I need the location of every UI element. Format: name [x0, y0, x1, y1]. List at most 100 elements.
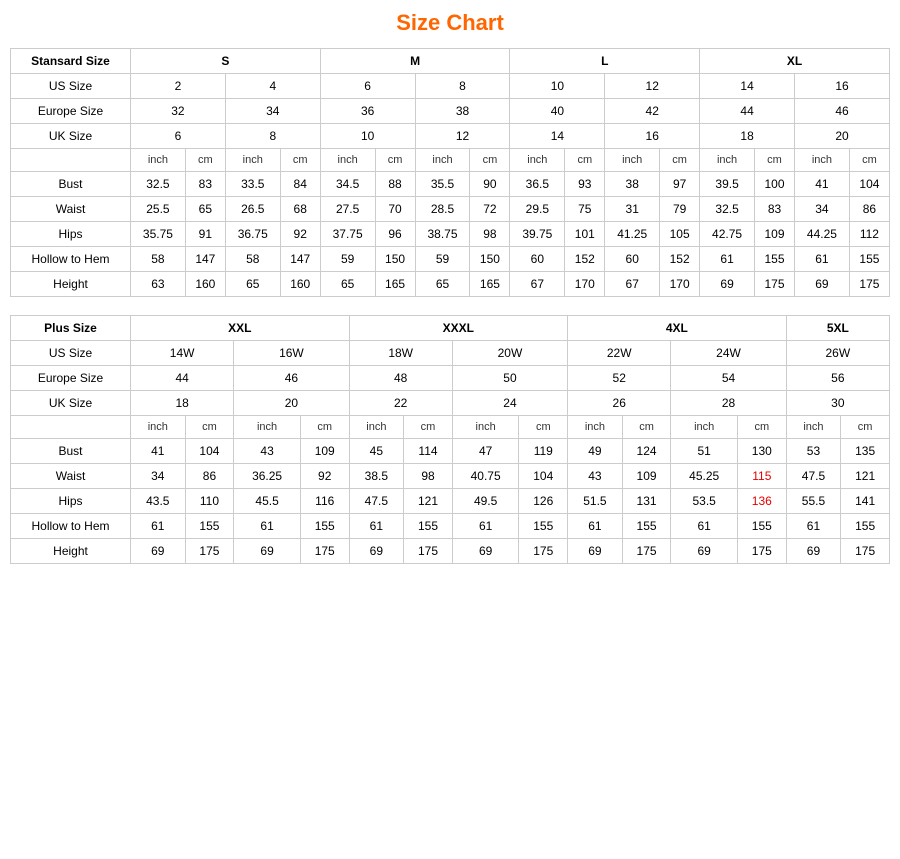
plus-uk-2: 20: [234, 391, 349, 416]
std-bust-4: 84: [280, 172, 320, 197]
plus-bust-11: 51: [671, 439, 738, 464]
plus-unit-inch-3: inch: [349, 416, 404, 439]
plus-hips-6: 121: [404, 489, 453, 514]
plus-height-13: 69: [786, 539, 841, 564]
plus-bust-10: 124: [622, 439, 671, 464]
plus-bust-3: 43: [234, 439, 301, 464]
plus-hollow-6: 155: [404, 514, 453, 539]
std-unit-cm-4: cm: [470, 149, 510, 172]
plus-hips-2: 110: [185, 489, 234, 514]
plus-us-2: 16W: [234, 341, 349, 366]
std-hollow-4: 147: [280, 247, 320, 272]
std-hollow-12: 152: [660, 247, 700, 272]
plus-hollow-8: 155: [519, 514, 568, 539]
uk-l1: 14: [510, 124, 605, 149]
std-waist-8: 72: [470, 197, 510, 222]
std-waist-5: 27.5: [320, 197, 375, 222]
us-s1: 2: [131, 74, 226, 99]
plus-hollow-13: 61: [786, 514, 841, 539]
plus-eu-6: 54: [671, 366, 786, 391]
plus-eu-2: 46: [234, 366, 349, 391]
std-hollow-14: 155: [754, 247, 794, 272]
std-hollow-11: 60: [605, 247, 660, 272]
us-xl1: 14: [700, 74, 795, 99]
plus-waist-13: 47.5: [786, 464, 841, 489]
plus-unit-inch-4: inch: [452, 416, 519, 439]
plus-europe-label: Europe Size: [11, 366, 131, 391]
standard-m-header: M: [320, 49, 510, 74]
plus-unit-inch-2: inch: [234, 416, 301, 439]
std-unit-cm-5: cm: [565, 149, 605, 172]
plus-height-1: 69: [131, 539, 186, 564]
uk-m2: 12: [415, 124, 510, 149]
std-hips-3: 36.75: [225, 222, 280, 247]
std-height-14: 175: [754, 272, 794, 297]
std-hollow-label: Hollow to Hem: [11, 247, 131, 272]
plus-unit-inch-6: inch: [671, 416, 738, 439]
us-m2: 8: [415, 74, 510, 99]
std-hips-8: 98: [470, 222, 510, 247]
plus-height-9: 69: [568, 539, 623, 564]
std-unit-inch-7: inch: [700, 149, 755, 172]
plus-height-4: 175: [300, 539, 349, 564]
std-bust-15: 41: [795, 172, 850, 197]
plus-height-10: 175: [622, 539, 671, 564]
plus-hollow-9: 61: [568, 514, 623, 539]
eu-xl2: 46: [795, 99, 890, 124]
std-hollow-8: 150: [470, 247, 510, 272]
std-waist-13: 32.5: [700, 197, 755, 222]
std-height-11: 67: [605, 272, 660, 297]
plus-uk-1: 18: [131, 391, 234, 416]
plus-uk-5: 26: [568, 391, 671, 416]
std-unit-inch-4: inch: [415, 149, 470, 172]
std-height-16: 175: [849, 272, 889, 297]
plus-bust-8: 119: [519, 439, 568, 464]
std-bust-12: 97: [660, 172, 700, 197]
std-height-3: 65: [225, 272, 280, 297]
plus-bust-7: 47: [452, 439, 519, 464]
std-hips-9: 39.75: [510, 222, 565, 247]
plus-waist-9: 43: [568, 464, 623, 489]
std-bust-9: 36.5: [510, 172, 565, 197]
plus-uk-7: 30: [786, 391, 889, 416]
plus-xxl-header: XXL: [131, 316, 350, 341]
std-hips-14: 109: [754, 222, 794, 247]
uk-l2: 16: [605, 124, 700, 149]
plus-height-8: 175: [519, 539, 568, 564]
std-bust-6: 88: [375, 172, 415, 197]
std-hips-15: 44.25: [795, 222, 850, 247]
plus-xxxl-header: XXXL: [349, 316, 568, 341]
std-unit-inch-3: inch: [320, 149, 375, 172]
plus-bust-1: 41: [131, 439, 186, 464]
plus-waist-5: 38.5: [349, 464, 404, 489]
std-hips-12: 105: [660, 222, 700, 247]
std-waist-3: 26.5: [225, 197, 280, 222]
plus-us-6: 24W: [671, 341, 786, 366]
std-unit-inch-1: inch: [131, 149, 186, 172]
std-height-2: 160: [185, 272, 225, 297]
plus-hips-7: 49.5: [452, 489, 519, 514]
plus-us-3: 18W: [349, 341, 452, 366]
std-waist-10: 75: [565, 197, 605, 222]
plus-height-14: 175: [841, 539, 890, 564]
uk-m1: 10: [320, 124, 415, 149]
plus-uk-6: 28: [671, 391, 786, 416]
std-hips-label: Hips: [11, 222, 131, 247]
plus-bust-6: 114: [404, 439, 453, 464]
plus-height-label: Height: [11, 539, 131, 564]
std-bust-7: 35.5: [415, 172, 470, 197]
std-height-10: 170: [565, 272, 605, 297]
plus-size-label: Plus Size: [11, 316, 131, 341]
std-waist-12: 79: [660, 197, 700, 222]
std-hollow-15: 61: [795, 247, 850, 272]
std-unit-inch-2: inch: [225, 149, 280, 172]
std-hollow-1: 58: [131, 247, 186, 272]
plus-hollow-2: 155: [185, 514, 234, 539]
uk-size-label: UK Size: [11, 124, 131, 149]
plus-height-12: 175: [738, 539, 787, 564]
plus-unit-cm-2: cm: [300, 416, 349, 439]
std-hollow-2: 147: [185, 247, 225, 272]
std-waist-6: 70: [375, 197, 415, 222]
us-s2: 4: [225, 74, 320, 99]
std-height-8: 165: [470, 272, 510, 297]
